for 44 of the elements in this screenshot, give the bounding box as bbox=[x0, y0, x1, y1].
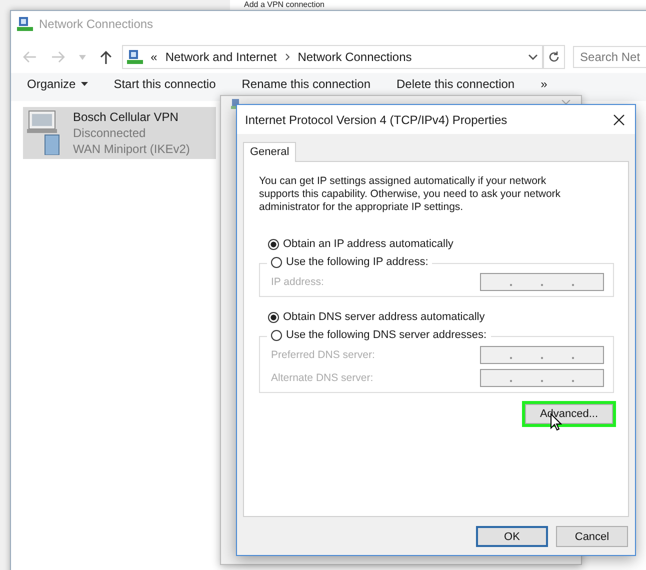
more-button[interactable]: » bbox=[540, 77, 548, 91]
refresh-icon bbox=[548, 51, 560, 63]
breadcrumb-item[interactable]: Network Connections bbox=[298, 50, 412, 64]
toolbar-button[interactable]: Delete this connection bbox=[396, 77, 515, 91]
refresh-button[interactable] bbox=[543, 45, 566, 69]
path-overflow[interactable]: « bbox=[150, 50, 158, 64]
dialog-button[interactable]: OK bbox=[476, 526, 548, 547]
connection-status: Disconnected bbox=[73, 125, 147, 141]
radio-label: Obtain an IP address automatically bbox=[283, 238, 454, 250]
ip-address-field[interactable] bbox=[480, 273, 604, 291]
window-title: Network Connections bbox=[39, 17, 154, 31]
toolbar-button[interactable]: Rename this connection bbox=[242, 77, 371, 91]
radio-label: Use the following IP address: bbox=[286, 256, 428, 268]
ip-address-field[interactable] bbox=[480, 369, 604, 387]
search-field[interactable]: Search Net bbox=[573, 46, 646, 68]
connection-name: Bosch Cellular VPN bbox=[73, 109, 180, 125]
up-arrow-icon[interactable] bbox=[100, 50, 112, 64]
network-icon bbox=[126, 49, 143, 65]
radio-button[interactable] bbox=[268, 238, 279, 250]
network-icon bbox=[17, 16, 33, 32]
radio-button[interactable] bbox=[271, 330, 282, 340]
chevron-icon bbox=[284, 53, 290, 61]
address-bar[interactable]: « Network and Internet Network Connections bbox=[122, 45, 544, 69]
radio-button[interactable] bbox=[271, 256, 282, 268]
caret-icon bbox=[80, 82, 88, 86]
window-title: Add a VPN connection bbox=[244, 0, 324, 10]
advanced-button[interactable]: Advanced... bbox=[525, 404, 613, 424]
tab[interactable]: General bbox=[243, 142, 296, 162]
breadcrumb-item[interactable]: Network and Internet bbox=[165, 50, 277, 64]
dropdown-icon[interactable] bbox=[528, 54, 538, 60]
ip-address-field[interactable] bbox=[480, 346, 604, 364]
dialog-title: Internet Protocol Version 4 (TCP/IPv4) Properties bbox=[245, 112, 508, 126]
toolbar-button[interactable]: Organize bbox=[27, 77, 88, 91]
radio-button[interactable] bbox=[268, 312, 279, 322]
field-label: IP address: bbox=[271, 276, 324, 288]
radio-label: Use the following DNS server addresses: bbox=[286, 329, 487, 341]
field-label: Alternate DNS server: bbox=[271, 372, 374, 384]
radio-label: Obtain DNS server address automatically bbox=[283, 311, 485, 323]
toolbar-button[interactable]: Start this connectio bbox=[114, 77, 216, 91]
connection-item[interactable]: Bosch Cellular VPN Disconnected WAN Miniport (IKEv2) bbox=[23, 107, 216, 159]
dialog-button[interactable]: Cancel bbox=[556, 526, 628, 547]
field-label: Preferred DNS server: bbox=[271, 349, 375, 361]
description-text: You can get IP settings assigned automatically if your network supports this capability. Otherwise, you need to ask your network administrator for the appropriate IP settings. bbox=[259, 175, 562, 214]
connection-device: WAN Miniport (IKEv2) bbox=[73, 141, 190, 157]
